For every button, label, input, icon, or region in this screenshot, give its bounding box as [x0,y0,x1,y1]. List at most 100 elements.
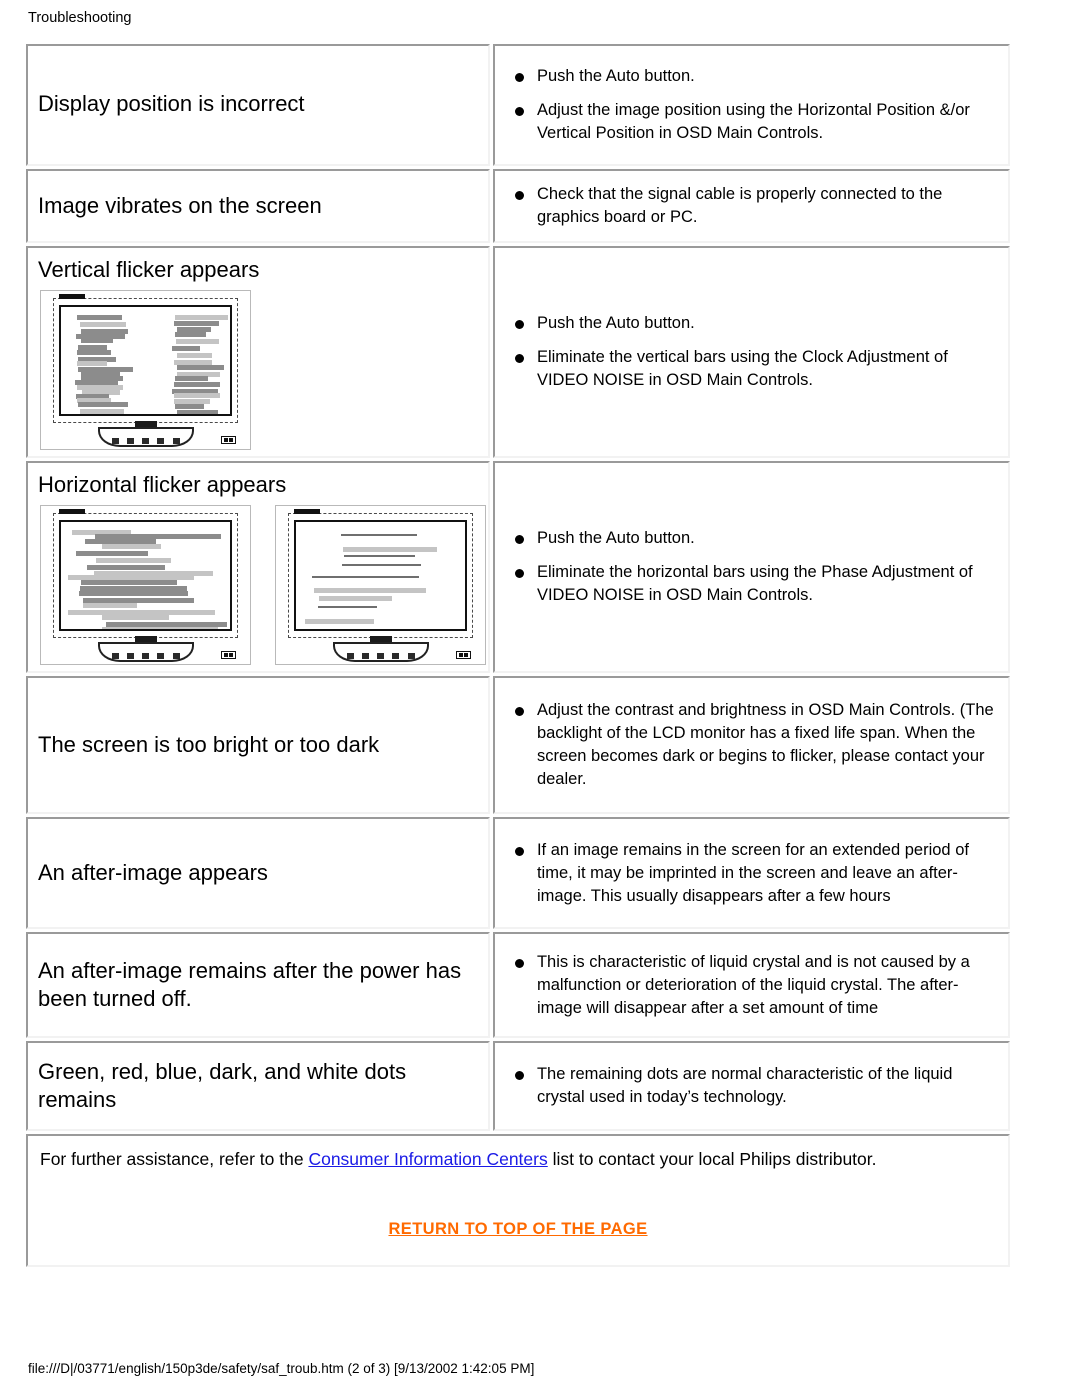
monitor-screen [59,305,232,416]
assistance-before-link: For further assistance, refer to the [40,1149,309,1169]
noise-bar [314,588,426,593]
solution-list: Push the Auto button. Eliminate the hori… [495,519,1008,615]
return-to-top-wrapper: RETURN TO TOP OF THE PAGE [28,1176,1008,1265]
noise-bar [175,376,208,381]
symptom-label: Horizontal flicker appears [38,472,287,497]
solution-cell: This is characteristic of liquid crystal… [492,932,1010,1038]
monitor-graphic [40,505,251,665]
noise-bar [79,591,188,596]
noise-bar [77,315,122,320]
noise-bar [81,338,113,343]
noise-bar [318,606,377,608]
page-title: Troubleshooting [28,10,132,26]
symptom-label: Vertical flicker appears [38,257,260,282]
noise-bar [174,382,220,387]
return-to-top-link[interactable]: RETURN TO TOP OF THE PAGE [388,1220,647,1238]
list-item: Adjust the contrast and brightness in OS… [509,699,1000,791]
table-row: An after-image remains after the power h… [26,932,1010,1038]
monitor-screen [294,520,467,631]
footer-file-path: file:///D|/03771/english/150p3de/safety/… [28,1361,535,1376]
symptom-label: An after-image remains after the power h… [38,958,462,1011]
list-item: Check that the signal cable is properly … [509,183,1000,229]
noise-bar [102,615,169,620]
table-row: Vertical flicker appears Push the Auto b… [26,246,1010,458]
table-row: An after-image appears If an image remai… [26,817,1010,929]
solution-list: This is characteristic of liquid crystal… [495,943,1008,1028]
monitor-top-tab [294,509,320,514]
table-row: Display position is incorrect Push the A… [26,44,1010,166]
noise-bar [343,547,437,552]
solution-cell: Push the Auto button. Adjust the image p… [492,44,1010,166]
troubleshooting-page: Troubleshooting Display position is inco… [0,0,1080,1397]
solution-cell: If an image remains in the screen for an… [492,817,1010,929]
noise-bar [102,544,161,549]
monitor-buttons [111,438,180,444]
noise-bar [77,350,111,355]
symptom-label: Green, red, blue, dark, and white dots r… [38,1059,407,1112]
noise-bar [174,393,220,398]
list-item: Push the Auto button. [509,312,1000,335]
monitor-buttons [111,653,180,659]
noise-bar [76,551,148,556]
symptom-label: Display position is incorrect [38,91,305,116]
symptom-cell: An after-image remains after the power h… [26,932,490,1038]
symptom-cell: An after-image appears [26,817,490,929]
noise-bar [77,361,107,366]
monitor-top-tab [59,294,85,299]
noise-bar [312,576,419,578]
solution-list: Push the Auto button. Adjust the image p… [495,57,1008,153]
noise-bar [319,596,392,601]
solution-list: The remaining dots are normal characteri… [495,1055,1008,1117]
list-item: This is characteristic of liquid crystal… [509,951,1000,1020]
noise-bar [78,402,128,407]
noise-bar [176,339,219,344]
noise-bar [81,580,177,585]
list-item: Eliminate the horizontal bars using the … [509,561,1000,607]
symptom-cell: Horizontal flicker appears [26,461,490,673]
symptom-label: The screen is too bright or too dark [38,732,380,757]
noise-bar [96,558,171,563]
noise-bar [83,603,137,608]
monitor-screen [59,520,232,631]
monitor-buttons [346,653,415,659]
symptom-label: An after-image appears [38,860,268,885]
monitor-base [332,642,429,662]
table-row: Image vibrates on the screen Check that … [26,169,1010,243]
noise-bar [177,353,212,358]
noise-bar [174,415,214,416]
assistance-text: For further assistance, refer to the Con… [28,1136,1008,1176]
table-row-assistance: For further assistance, refer to the Con… [26,1134,1010,1267]
list-item: The remaining dots are normal characteri… [509,1063,1000,1109]
power-led-icon [456,651,471,659]
monitor-graphic [40,290,251,450]
table-row: The screen is too bright or too dark Adj… [26,676,1010,814]
solution-cell: The remaining dots are normal characteri… [492,1041,1010,1131]
noise-bar [172,346,200,351]
monitor-base [97,642,194,662]
symptom-cell: Image vibrates on the screen [26,169,490,243]
noise-bar [87,565,165,570]
monitor-base [97,427,194,447]
noise-bar [341,534,417,536]
noise-bar [177,410,218,414]
monitor-top-tab [59,509,85,514]
noise-bar [342,564,421,566]
solution-list: Check that the signal cable is properly … [495,175,1008,237]
noise-bar [174,321,219,326]
list-item: Push the Auto button. [509,527,1000,550]
solution-cell: Push the Auto button. Eliminate the vert… [492,246,1010,458]
solution-list: Push the Auto button. Eliminate the vert… [495,304,1008,400]
consumer-information-centers-link[interactable]: Consumer Information Centers [308,1149,547,1169]
monitor-graphic [275,505,486,665]
assistance-cell: For further assistance, refer to the Con… [26,1134,1010,1267]
noise-bar [80,322,126,327]
power-led-icon [221,651,236,659]
noise-bar [175,332,206,337]
list-item: Eliminate the vertical bars using the Cl… [509,346,1000,392]
noise-bar [175,315,228,320]
solution-cell: Adjust the contrast and brightness in OS… [492,676,1010,814]
horizontal-flicker-monitor-illustration [28,501,488,671]
noise-bar [80,409,124,414]
vertical-flicker-monitor-illustration [28,286,488,456]
symptom-cell: Green, red, blue, dark, and white dots r… [26,1041,490,1131]
